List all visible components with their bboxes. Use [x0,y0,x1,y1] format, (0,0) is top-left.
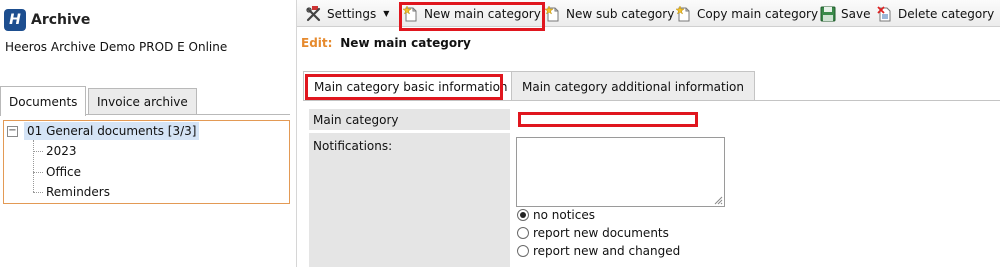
radio-button[interactable] [517,227,529,239]
main-category-input[interactable] [518,112,698,127]
radio-button[interactable] [517,209,529,221]
app-header: H Archive [4,9,90,31]
tab-documents-label: Documents [9,94,78,109]
organization-name: Heeros Archive Demo PROD E Online [5,40,228,54]
new-main-category-button[interactable]: New main category [403,0,541,27]
copy-main-category-label: Copy main category [697,6,819,21]
delete-category-button[interactable]: Delete category [877,0,994,27]
tree-item-label: 2023 [46,144,77,158]
delete-category-label: Delete category [898,6,995,21]
edit-title: New main category [340,36,471,50]
tab-basic-label: Main category basic information [314,79,508,94]
radio-label: report new documents [533,226,669,240]
copy-main-category-icon [676,5,690,21]
left-panel: H Archive Heeros Archive Demo PROD E Onl… [0,0,296,267]
main-tabs-divider [303,100,1000,101]
new-sub-category-label: New sub category [566,6,675,21]
tree-item-label: Reminders [46,185,110,199]
tab-additional-label: Main category additional information [522,79,744,94]
dropdown-arrow-icon: ▼ [383,9,390,18]
new-sub-category-icon [545,5,559,21]
tab-invoice-archive-label: Invoice archive [97,95,188,109]
settings-label: Settings [327,6,377,21]
new-sub-category-button[interactable]: New sub category [545,0,674,27]
radio-label: report new and changed [533,244,681,258]
tab-documents[interactable]: Documents [0,86,87,116]
resize-grip-icon[interactable] [714,196,723,205]
new-main-category-icon [403,5,417,21]
new-main-category-label: New main category [424,6,541,21]
radio-report-new-documents[interactable]: report new documents [517,226,669,240]
save-label: Save [841,6,871,21]
collapse-icon[interactable]: − [7,126,18,137]
edit-prefix: Edit: [301,36,333,50]
save-icon [820,6,836,21]
main-category-label: Main category [309,109,510,130]
radio-button[interactable] [517,245,529,257]
tree-item-2023[interactable]: 2023 [33,141,77,161]
heeros-logo-icon: H [4,9,26,31]
edit-heading: Edit: New main category [301,36,471,50]
radio-label: no notices [533,208,595,222]
notifications-textarea[interactable] [516,137,725,207]
toolbar: Settings ▼ New main category New sub cat… [297,0,1000,27]
tab-invoice-archive[interactable]: Invoice archive [88,88,197,115]
tree-item-office[interactable]: Office [33,162,81,182]
save-button[interactable]: Save [820,0,870,27]
copy-main-category-button[interactable]: Copy main category [676,0,818,27]
tab-main-category-basic-information[interactable]: Main category basic information [303,71,519,101]
settings-menu-button[interactable]: Settings ▼ [306,0,389,27]
panel-divider[interactable] [296,0,297,267]
delete-category-icon [877,5,891,21]
tree-root-label: 01 General documents [3/3] [27,124,197,138]
radio-report-new-and-changed[interactable]: report new and changed [517,244,680,258]
tree-item-label: Office [46,165,82,179]
notifications-label: Notifications: [309,133,510,267]
tab-main-category-additional-information[interactable]: Main category additional information [511,71,755,101]
tree-item-reminders[interactable]: Reminders [33,182,110,202]
radio-no-notices[interactable]: no notices [517,208,595,222]
tree-root-item[interactable]: 01 General documents [3/3] [24,122,200,140]
app-title: Archive [31,12,91,28]
category-tree: − 01 General documents [3/3] 2023 Office… [3,120,290,204]
settings-icon [306,5,321,21]
